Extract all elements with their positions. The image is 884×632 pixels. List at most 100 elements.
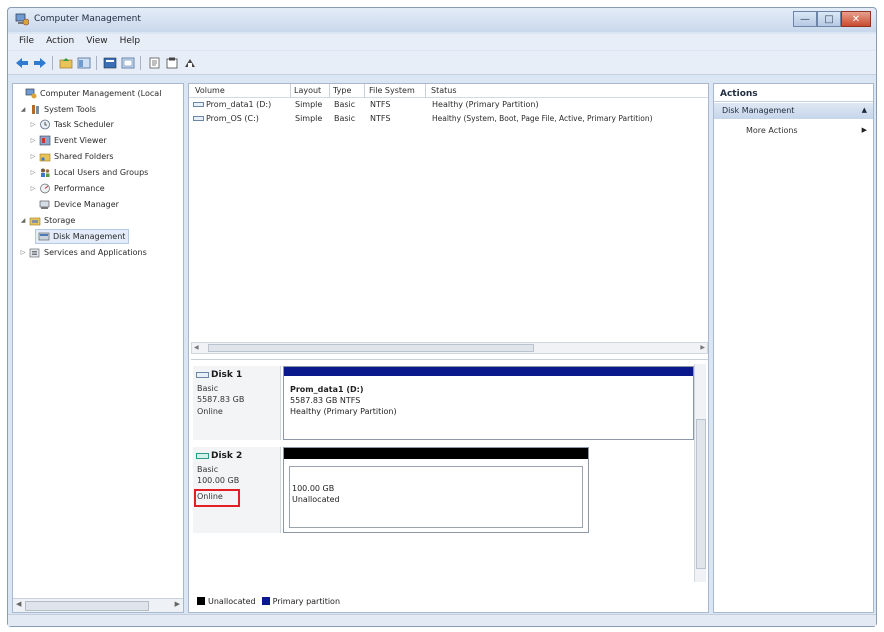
collapsed-arrow-icon[interactable]: ▷ <box>19 249 27 256</box>
expanded-arrow-icon[interactable]: ◢ <box>19 106 27 113</box>
tree-item-system-tools[interactable]: ◢ System Tools <box>19 102 96 117</box>
column-header-file-system[interactable]: File System <box>369 86 415 95</box>
tree-label: Services and Applications <box>44 248 147 257</box>
collapsed-arrow-icon[interactable]: ▷ <box>29 137 37 144</box>
disk-type: Basic <box>197 465 219 474</box>
partition-status: Healthy (Primary Partition) <box>290 407 397 416</box>
legend-primary: Primary partition <box>272 596 341 606</box>
close-button[interactable]: ✕ <box>841 11 871 27</box>
tree-item-event-viewer[interactable]: ▷ Event Viewer <box>29 133 107 148</box>
column-header-type[interactable]: Type <box>333 86 351 95</box>
menu-view[interactable]: View <box>80 34 113 50</box>
maximize-icon: □ <box>824 13 834 25</box>
type-cell: Basic <box>334 114 356 123</box>
volume-icon <box>193 102 204 107</box>
tree-item-task-scheduler[interactable]: ▷ Task Scheduler <box>29 117 114 132</box>
tree-item-shared-folders[interactable]: ▷ Shared Folders <box>29 149 114 164</box>
collapsed-arrow-icon[interactable]: ▷ <box>29 169 37 176</box>
graphical-disk-view: Disk 1 Basic 5587.83 GB Online Prom_data… <box>191 359 708 586</box>
show-hide-tree-button[interactable] <box>76 55 92 71</box>
disk-2-label[interactable]: Disk 2 Basic 100.00 GB Online <box>193 447 281 533</box>
partition-prom-data1[interactable]: Prom_data1 (D:) 5587.83 GB NTFS Healthy … <box>283 366 694 440</box>
storage-icon <box>29 217 41 226</box>
disk-view-button[interactable] <box>102 55 118 71</box>
disk-view-vertical-scrollbar[interactable] <box>694 364 706 582</box>
minimize-icon: — <box>800 13 810 25</box>
menu-action[interactable]: Action <box>40 34 80 50</box>
computer-management-icon <box>15 13 29 26</box>
maximize-button[interactable]: □ <box>817 11 841 27</box>
tree-item-local-users[interactable]: ▷ Local Users and Groups <box>29 165 148 180</box>
scroll-left-icon[interactable]: ◀ <box>16 600 21 608</box>
layout-cell: Simple <box>295 114 323 123</box>
volume-cell: Prom_data1 (D:) <box>193 100 271 109</box>
tree-item-services-applications[interactable]: ▷ Services and Applications <box>19 245 147 260</box>
legend: Unallocated Primary partition <box>191 594 340 608</box>
forward-button[interactable] <box>32 55 48 71</box>
unallocated-swatch <box>197 597 205 605</box>
tree-label: Disk Management <box>53 232 126 241</box>
table-row[interactable]: Prom_OS (C:) Simple Basic NTFS Healthy (… <box>189 113 708 126</box>
scroll-thumb[interactable] <box>696 419 706 569</box>
submenu-arrow-icon[interactable]: ▶ <box>862 126 867 134</box>
scroll-left-icon[interactable]: ◀ <box>194 344 199 351</box>
console-tree: Computer Management (Local ◢ System Tool… <box>12 83 184 613</box>
disk-1-name: Disk 1 <box>196 370 242 380</box>
menu-file[interactable]: File <box>13 34 40 50</box>
disk-status: Online <box>197 407 223 416</box>
scroll-thumb[interactable] <box>208 344 534 352</box>
actions-pane: Actions Disk Management ▲ More Actions ▶ <box>713 83 874 613</box>
disk-size: 100.00 GB <box>197 476 240 485</box>
table-row[interactable]: Prom_data1 (D:) Simple Basic NTFS Health… <box>189 99 708 112</box>
tree-label: Event Viewer <box>54 136 107 145</box>
performance-icon <box>40 183 50 194</box>
properties-icon <box>166 57 178 69</box>
back-button[interactable] <box>14 55 30 71</box>
folder-up-icon <box>59 58 73 69</box>
tree-item-disk-management[interactable]: Disk Management <box>35 229 130 244</box>
collapsed-arrow-icon[interactable]: ▷ <box>29 185 37 192</box>
tools-icon <box>32 105 39 114</box>
tree-item-performance[interactable]: ▷ Performance <box>29 181 105 196</box>
tree-label: System Tools <box>44 105 97 114</box>
scroll-right-icon[interactable]: ▶ <box>700 344 705 351</box>
properties-button[interactable] <box>164 55 180 71</box>
tree-horizontal-scrollbar[interactable]: ◀ ▶ <box>13 598 183 612</box>
scroll-thumb[interactable] <box>25 601 149 611</box>
collapsed-arrow-icon[interactable]: ▷ <box>29 153 37 160</box>
export-list-button[interactable] <box>182 55 198 71</box>
status-bar <box>8 614 876 626</box>
layout-cell: Simple <box>295 100 323 109</box>
scroll-right-icon[interactable]: ▶ <box>175 600 180 608</box>
status-cell: Healthy (Primary Partition) <box>432 100 539 109</box>
partition-unallocated[interactable]: 100.00 GB Unallocated <box>283 447 589 533</box>
volume-list-horizontal-scrollbar[interactable]: ◀ ▶ <box>191 342 708 354</box>
disk-1-label[interactable]: Disk 1 Basic 5587.83 GB Online <box>193 366 281 440</box>
tree-item-device-manager[interactable]: Device Manager <box>37 197 119 212</box>
column-header-volume[interactable]: Volume <box>195 86 225 95</box>
column-header-status[interactable]: Status <box>431 86 457 95</box>
tree-label: Shared Folders <box>54 152 114 161</box>
volume-cell: Prom_OS (C:) <box>193 114 259 123</box>
collapse-up-icon[interactable]: ▲ <box>862 106 867 114</box>
collapsed-arrow-icon[interactable]: ▷ <box>29 121 37 128</box>
back-arrow-icon <box>16 58 28 68</box>
volume-view-button[interactable] <box>120 55 136 71</box>
tree-item-storage[interactable]: ◢ Storage <box>19 213 75 228</box>
services-icon <box>29 248 40 258</box>
minimize-button[interactable]: — <box>793 11 817 27</box>
status-cell: Healthy (System, Boot, Page File, Active… <box>432 114 653 123</box>
up-folder-button[interactable] <box>58 55 74 71</box>
tree-label: Task Scheduler <box>54 120 114 129</box>
disk-icon <box>196 453 209 459</box>
column-header-layout[interactable]: Layout <box>294 86 321 95</box>
disk-management-pane: Volume Layout Type File System Status Pr… <box>188 83 709 613</box>
help-button[interactable] <box>146 55 162 71</box>
menu-help[interactable]: Help <box>114 34 147 50</box>
tree-item-computer-management[interactable]: Computer Management (Local <box>15 86 161 101</box>
tree-label: Computer Management (Local <box>40 89 162 98</box>
disk-name-text: Disk 1 <box>211 370 243 380</box>
more-actions-item[interactable]: More Actions <box>746 126 798 135</box>
expanded-arrow-icon[interactable]: ◢ <box>19 217 27 224</box>
actions-section-disk-management[interactable]: Disk Management ▲ <box>714 103 873 119</box>
